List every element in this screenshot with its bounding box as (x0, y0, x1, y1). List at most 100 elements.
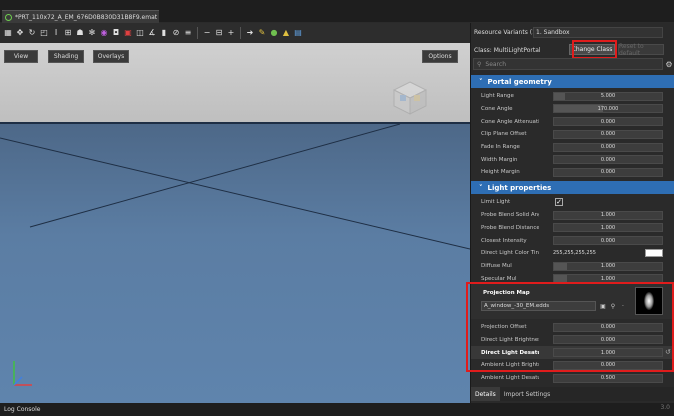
save-icon[interactable]: ▤ (293, 28, 303, 38)
arrow-icon[interactable]: ➜ (245, 28, 255, 38)
minus-icon[interactable]: − (202, 28, 212, 38)
property-value-field[interactable]: 1.000 (553, 261, 663, 271)
property-value-text: 0.000 (600, 237, 616, 244)
property-label: Probe Blend Solid Angle (481, 212, 539, 219)
3d-viewport[interactable]: View Shading Overlays Options (0, 43, 470, 403)
property-value-field[interactable]: 1.000 (553, 210, 663, 220)
section-portal-geometry[interactable]: ˅ Portal geometry (471, 75, 674, 88)
axis-gizmo-icon (13, 361, 32, 386)
light-icon[interactable]: ◉ (99, 28, 109, 38)
orientation-cube-icon[interactable] (390, 78, 430, 118)
color-tint-row: Direct Light Color Tint 255,255,255,255 (471, 247, 674, 260)
document-tab[interactable]: *PRT_110x72_A_EM_676D0B830D31B8F9.emat ✕ (2, 10, 159, 23)
property-label: Width Margin (481, 156, 518, 163)
panel-tabs: Details Import Settings (471, 387, 674, 401)
frame-icon[interactable]: ⊟ (214, 28, 224, 38)
search-input[interactable]: ⚲ Search (473, 58, 663, 70)
property-label: Cone Angle (481, 105, 513, 112)
property-value-field[interactable]: 0.500 (553, 373, 663, 383)
toolbar-separator (197, 27, 198, 39)
options-button[interactable]: Options (422, 50, 458, 63)
property-value-text: 0.500 (600, 375, 616, 382)
render-icon[interactable]: ▣ (123, 28, 133, 38)
gear-icon[interactable]: ⚙ (664, 58, 674, 70)
chevron-down-icon: ˅ (479, 77, 483, 86)
limit-light-checkbox[interactable]: ✓ (555, 198, 563, 207)
gizmo-icon[interactable]: ∡ (147, 28, 157, 38)
property-value-text: 0.000 (600, 156, 616, 163)
search-icon: ⚲ (477, 60, 482, 68)
reset-class-button[interactable]: Reset to default (618, 43, 664, 57)
property-value-text: 1.000 (600, 263, 616, 270)
overlays-button[interactable]: Overlays (93, 50, 129, 63)
display-icon[interactable]: ◫ (135, 28, 145, 38)
details-panel: Resource Variants (1) 1. Sandbox Class: … (466, 23, 674, 403)
limit-light-row: Limit Light ✓ (471, 196, 674, 209)
lock-icon[interactable]: ⊘ (171, 28, 181, 38)
terrain-icon[interactable]: ▲ (281, 28, 291, 38)
section-title: Light properties (487, 183, 552, 192)
document-tab-title: *PRT_110x72_A_EM_676D0B830D31B8F9.emat (15, 13, 158, 21)
paint-icon[interactable]: ✎ (257, 28, 267, 38)
world-icon[interactable]: ☗ (75, 28, 85, 38)
property-row: Closest Intensity 0.000 (471, 234, 674, 247)
property-value-text: 0.000 (600, 144, 616, 151)
resource-variant-select[interactable]: 1. Sandbox (533, 27, 663, 38)
toolbar-separator (240, 27, 241, 39)
property-value-field[interactable]: 5.000 (553, 91, 663, 101)
tab-details[interactable]: Details (471, 387, 500, 401)
scale-icon[interactable]: ◰ (39, 28, 49, 38)
highlight-box-change-class (572, 40, 617, 59)
property-row: Light Range 5.000 (471, 90, 674, 103)
property-value-field[interactable]: 0.000 (553, 167, 663, 177)
viewport-toolbar: ▦ ✥ ↻ ◰ Ι ⊞ ☗ ✻ ◉ ◘ ▣ ◫ ∡ ▮ ⊘ ≡ − ⊟ + ➜ … (0, 23, 470, 43)
property-row: Width Margin 0.000 (471, 154, 674, 167)
property-value-field[interactable]: 0.000 (553, 155, 663, 165)
status-version: 3.0 (660, 404, 670, 411)
property-label: Closest Intensity (481, 237, 527, 244)
list-icon[interactable]: ▮ (159, 28, 169, 38)
move-icon[interactable]: ✥ (15, 28, 25, 38)
shading-button[interactable]: Shading (48, 50, 84, 63)
search-placeholder: Search (485, 60, 507, 68)
tab-import-settings[interactable]: Import Settings (500, 387, 554, 401)
class-label: Class: MultiLightPortal (474, 46, 541, 54)
property-value-field[interactable]: 0.000 (553, 117, 663, 127)
property-row: Probe Blend Distance At 1.000 (471, 222, 674, 235)
plus-icon[interactable]: + (226, 28, 236, 38)
property-label: Light Range (481, 93, 514, 100)
globe-icon[interactable]: ● (269, 28, 279, 38)
menu-icon[interactable]: ≡ (183, 28, 193, 38)
property-row: Cone Angle 170.000 (471, 103, 674, 116)
link-icon[interactable]: ✻ (87, 28, 97, 38)
property-label: Height Margin (481, 169, 520, 176)
property-row: Diffuse Mul 1.000 (471, 260, 674, 273)
rotate-icon[interactable]: ↻ (27, 28, 37, 38)
select-icon[interactable]: Ι (51, 28, 61, 38)
log-console-tab[interactable]: Log Console (4, 406, 40, 413)
section-light-properties[interactable]: ˅ Light properties (471, 181, 674, 194)
property-value-field[interactable]: 0.000 (553, 142, 663, 152)
resource-variants-label: Resource Variants (1) (474, 28, 539, 36)
property-value-text: 0.000 (600, 131, 616, 138)
property-row: Fade In Range 0.000 (471, 141, 674, 154)
property-value-field[interactable]: 0.000 (553, 129, 663, 139)
view-button[interactable]: View (4, 50, 38, 63)
chevron-down-icon: ˅ (479, 183, 483, 192)
property-label: Limit Light (481, 199, 511, 206)
property-label: Fade In Range (481, 144, 520, 151)
property-value-field[interactable]: 0.000 (553, 236, 663, 246)
property-row: Ambient Light Desatural 0.500 (471, 372, 674, 385)
property-value-text: 5.000 (600, 93, 616, 100)
color-swatch[interactable] (645, 249, 663, 258)
property-row: Cone Angle Attenuation 0.000 (471, 115, 674, 128)
grid-icon[interactable]: ▦ (3, 28, 13, 38)
property-value-text: 1.000 (600, 212, 616, 219)
camera-icon[interactable]: ◘ (111, 28, 121, 38)
snap-icon[interactable]: ⊞ (63, 28, 73, 38)
property-value-field[interactable]: 1.000 (553, 223, 663, 233)
color-tint-value: 255,255,255,255 (553, 250, 596, 257)
property-value-field[interactable]: 170.000 (553, 104, 663, 114)
property-value-text: 0.000 (600, 169, 616, 176)
property-label: Ambient Light Desatural (481, 375, 539, 382)
